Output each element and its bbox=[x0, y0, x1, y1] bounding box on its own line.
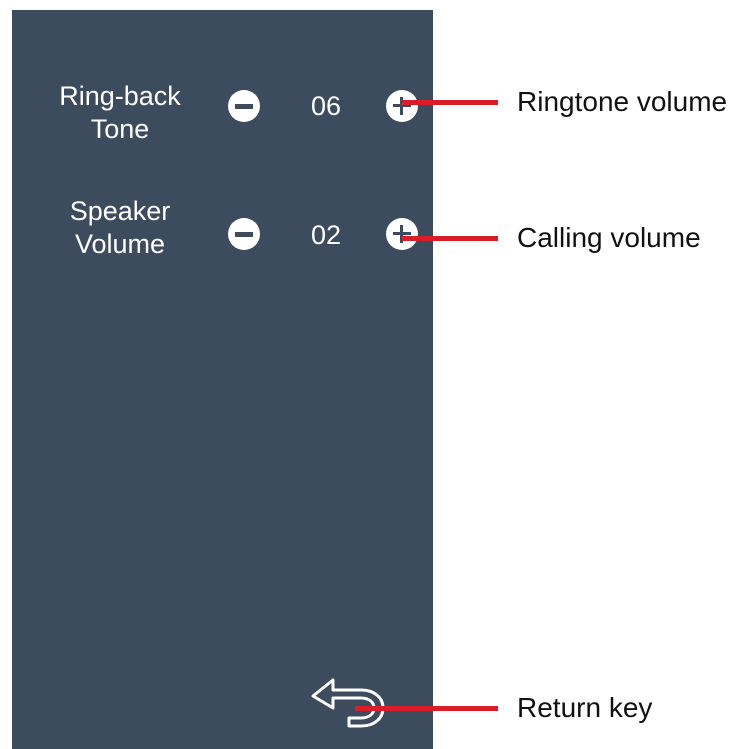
ringback-volume-value: 06 bbox=[310, 91, 342, 121]
ringback-decrease-button[interactable] bbox=[228, 90, 260, 122]
ringback-tone-label: Ring-back Tone bbox=[45, 80, 195, 146]
calling-volume-callout: Calling volume bbox=[517, 222, 701, 253]
speaker-label-line2: Volume bbox=[74, 229, 166, 259]
ringback-label-line2: Tone bbox=[90, 114, 150, 144]
ringtone-pointer bbox=[402, 100, 498, 105]
return-key-callout: Return key bbox=[517, 692, 653, 723]
ringtone-volume-callout: Ringtone volume bbox=[517, 86, 728, 117]
return-pointer bbox=[355, 706, 498, 711]
volume-settings-panel: Ring-back Tone 06 Speaker Volume 02 bbox=[12, 10, 433, 749]
minus-icon bbox=[235, 104, 253, 109]
ringback-label-line1: Ring-back bbox=[59, 81, 181, 111]
return-arrow-icon[interactable] bbox=[309, 672, 399, 732]
figure: Ring-back Tone 06 Speaker Volume 02 Ring… bbox=[0, 0, 743, 749]
minus-icon bbox=[235, 232, 253, 237]
speaker-label-line1: Speaker bbox=[69, 196, 171, 226]
calling-pointer bbox=[402, 236, 498, 241]
speaker-volume-label: Speaker Volume bbox=[45, 195, 195, 261]
speaker-increase-button[interactable] bbox=[386, 218, 418, 250]
speaker-volume-value: 02 bbox=[310, 220, 342, 250]
ringback-increase-button[interactable] bbox=[386, 90, 418, 122]
speaker-decrease-button[interactable] bbox=[228, 218, 260, 250]
